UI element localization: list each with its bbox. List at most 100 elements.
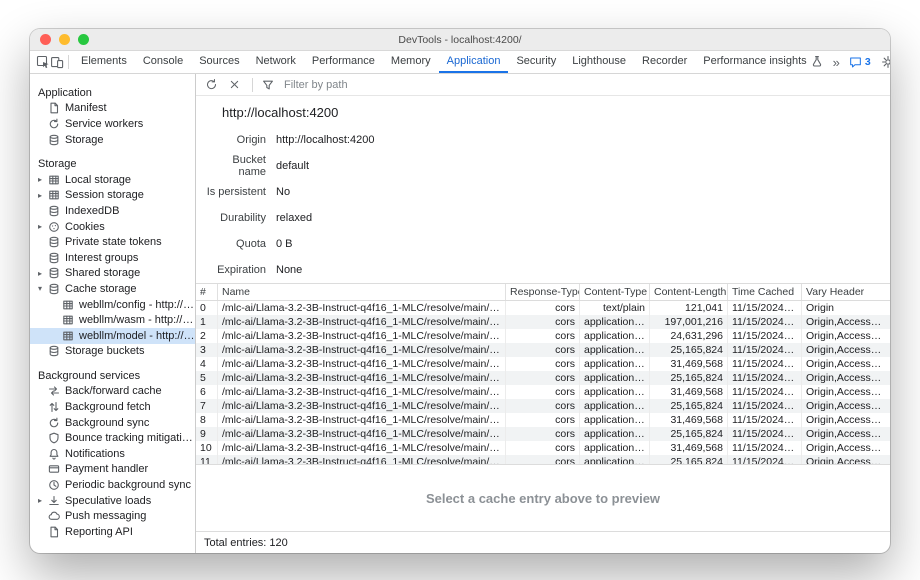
cell-content-type: application/oc… xyxy=(580,441,650,455)
console-badge-count: 3 xyxy=(865,56,871,68)
expand-arrow-icon[interactable]: ▸ xyxy=(38,175,48,184)
minimize-window-button[interactable] xyxy=(59,34,70,45)
sidebar-item-background-sync[interactable]: Background sync xyxy=(30,415,195,431)
column-header[interactable]: Vary Header xyxy=(802,284,890,300)
database-icon xyxy=(48,267,60,279)
close-window-button[interactable] xyxy=(40,34,51,45)
sidebar-item-webllm-wasm[interactable]: webllm/wasm - http://loca… xyxy=(30,312,195,328)
sidebar-item-payment-handler[interactable]: Payment handler xyxy=(30,462,195,478)
sidebar-item-background-fetch[interactable]: Background fetch xyxy=(30,399,195,415)
/mlc-ai/Llama-3.2-3B-Instruct-q4f16_1-MLC/resolve/main/ndarray-c…[interactable]: 0 /mlc-ai/Llama-3.2-3B-Instruct-q4f16_1-… xyxy=(196,301,890,315)
sidebar-item-notifications[interactable]: Notifications xyxy=(30,446,195,462)
devtools-tab[interactable]: Elements xyxy=(73,51,135,73)
column-header[interactable]: Time Cached xyxy=(728,284,802,300)
sidebar-item-cache-storage[interactable]: ▾ Cache storage xyxy=(30,281,195,297)
sidebar-item-bounce-tracking-mitigations[interactable]: Bounce tracking mitigations xyxy=(30,430,195,446)
sidebar-item-label: IndexedDB xyxy=(65,205,119,217)
devtools-tab[interactable]: Sources xyxy=(191,51,247,73)
cell-content-length: 197,001,216 xyxy=(650,315,728,329)
/mlc-ai/Llama-3.2-3B-Instruct-q4f16_1-MLC/resolve/main/params_s…[interactable]: 10 /mlc-ai/Llama-3.2-3B-Instruct-q4f16_1… xyxy=(196,441,890,455)
cell-response-type: cors xyxy=(506,441,580,455)
cloud-icon xyxy=(48,510,60,522)
cell-content-type: application/oc… xyxy=(580,343,650,357)
/mlc-ai/Llama-3.2-3B-Instruct-q4f16_1-MLC/resolve/main/params_s…[interactable]: 4 /mlc-ai/Llama-3.2-3B-Instruct-q4f16_1-… xyxy=(196,357,890,371)
sidebar-item-private-state-tokens[interactable]: Private state tokens xyxy=(30,234,195,250)
/mlc-ai/Llama-3.2-3B-Instruct-q4f16_1-MLC/resolve/main/params_s…[interactable]: 3 /mlc-ai/Llama-3.2-3B-Instruct-q4f16_1-… xyxy=(196,343,890,357)
sidebar-item-reporting-api[interactable]: Reporting API xyxy=(30,524,195,540)
sidebar-item-indexeddb[interactable]: IndexedDB xyxy=(30,203,195,219)
expand-arrow-icon[interactable]: ▸ xyxy=(38,269,48,278)
devtools-tab[interactable]: Network xyxy=(248,51,304,73)
expand-arrow-icon[interactable]: ▾ xyxy=(38,284,48,293)
/mlc-ai/Llama-3.2-3B-Instruct-q4f16_1-MLC/resolve/main/params_s…[interactable]: 5 /mlc-ai/Llama-3.2-3B-Instruct-q4f16_1-… xyxy=(196,371,890,385)
speculative-icon xyxy=(48,495,60,507)
devtools-tab[interactable]: Performance xyxy=(304,51,383,73)
devtools-tab[interactable]: Lighthouse xyxy=(564,51,634,73)
refresh-icon[interactable] xyxy=(202,76,220,94)
more-panels-icon[interactable]: » xyxy=(831,55,842,70)
cell-index: 4 xyxy=(196,357,218,371)
inspect-icon[interactable] xyxy=(36,52,50,72)
database-icon xyxy=(48,345,60,357)
sidebar-item-service-workers[interactable]: Service workers xyxy=(30,116,195,132)
sidebar-section-background-services: Background services xyxy=(30,368,195,384)
sidebar-item-interest-groups[interactable]: Interest groups xyxy=(30,250,195,266)
/mlc-ai/Llama-3.2-3B-Instruct-q4f16_1-MLC/resolve/main/params_s…[interactable]: 6 /mlc-ai/Llama-3.2-3B-Instruct-q4f16_1-… xyxy=(196,385,890,399)
devtools-tab[interactable]: Performance insights xyxy=(695,51,830,73)
sidebar-item-push-messaging[interactable]: Push messaging xyxy=(30,508,195,524)
/mlc-ai/Llama-3.2-3B-Instruct-q4f16_1-MLC/resolve/main/params_s…[interactable]: 8 /mlc-ai/Llama-3.2-3B-Instruct-q4f16_1-… xyxy=(196,413,890,427)
column-header[interactable]: Content-Length xyxy=(650,284,728,300)
cell-content-type: text/plain xyxy=(580,301,650,315)
column-header[interactable]: Name xyxy=(218,284,506,300)
sidebar-item-webllm-model[interactable]: webllm/model - http://loc… xyxy=(30,328,195,344)
expand-arrow-icon[interactable]: ▸ xyxy=(38,496,48,505)
expand-arrow-icon[interactable]: ▸ xyxy=(38,222,48,231)
sidebar-item-manifest[interactable]: Manifest xyxy=(30,101,195,117)
/mlc-ai/Llama-3.2-3B-Instruct-q4f16_1-MLC/resolve/main/params_s…[interactable]: 9 /mlc-ai/Llama-3.2-3B-Instruct-q4f16_1-… xyxy=(196,427,890,441)
/mlc-ai/Llama-3.2-3B-Instruct-q4f16_1-MLC/resolve/main/params_s…[interactable]: 11 /mlc-ai/Llama-3.2-3B-Instruct-q4f16_1… xyxy=(196,455,890,464)
sidebar-item-storage[interactable]: Storage xyxy=(30,132,195,148)
column-header[interactable]: Content-Type xyxy=(580,284,650,300)
sidebar-item-webllm-config[interactable]: webllm/config - http://loc… xyxy=(30,297,195,313)
sidebar-item-periodic-background-sync[interactable]: Periodic background sync xyxy=(30,477,195,493)
cell-content-length: 24,631,296 xyxy=(650,329,728,343)
settings-gear-icon[interactable] xyxy=(878,52,890,72)
sidebar-item-local-storage[interactable]: ▸ Local storage xyxy=(30,172,195,188)
zoom-window-button[interactable] xyxy=(78,34,89,45)
sidebar-item-shared-storage[interactable]: ▸ Shared storage xyxy=(30,266,195,282)
cache-entries-table: # Name Response-Type Content-Type Conten… xyxy=(196,283,890,464)
sync-icon xyxy=(48,417,60,429)
detail-row: Quota 0 B xyxy=(204,231,890,257)
devtools-tab[interactable]: Application xyxy=(439,51,509,73)
/mlc-ai/Llama-3.2-3B-Instruct-q4f16_1-MLC/resolve/main/params_s…[interactable]: 2 /mlc-ai/Llama-3.2-3B-Instruct-q4f16_1-… xyxy=(196,329,890,343)
sidebar-item-storage-buckets[interactable]: Storage buckets xyxy=(30,344,195,360)
detail-label: Expiration xyxy=(204,264,266,276)
cell-time-cached: 11/15/2024, 10… xyxy=(728,301,802,315)
delete-selected-icon[interactable] xyxy=(225,76,243,94)
/mlc-ai/Llama-3.2-3B-Instruct-q4f16_1-MLC/resolve/main/params_s…[interactable]: 7 /mlc-ai/Llama-3.2-3B-Instruct-q4f16_1-… xyxy=(196,399,890,413)
devtools-tab[interactable]: Console xyxy=(135,51,191,73)
sidebar-item-label: Bounce tracking mitigations xyxy=(65,432,195,444)
sidebar-item-cookies[interactable]: ▸ Cookies xyxy=(30,219,195,235)
column-header[interactable]: # xyxy=(196,284,218,300)
detail-label: Durability xyxy=(204,212,266,224)
detail-row: Expiration None xyxy=(204,257,890,283)
console-messages-button[interactable]: 3 xyxy=(849,56,871,69)
column-header[interactable]: Response-Type xyxy=(506,284,580,300)
sidebar-item-label: Background sync xyxy=(65,417,149,429)
cell-content-length: 121,041 xyxy=(650,301,728,315)
filter-input[interactable] xyxy=(284,79,504,91)
cell-index: 0 xyxy=(196,301,218,315)
sidebar-item-speculative-loads[interactable]: ▸ Speculative loads xyxy=(30,493,195,509)
sidebar-item-label: webllm/wasm - http://loca… xyxy=(79,314,195,326)
device-toolbar-icon[interactable] xyxy=(50,52,64,72)
sidebar-item-session-storage[interactable]: ▸ Session storage xyxy=(30,188,195,204)
devtools-tab[interactable]: Memory xyxy=(383,51,439,73)
/mlc-ai/Llama-3.2-3B-Instruct-q4f16_1-MLC/resolve/main/params_s…[interactable]: 1 /mlc-ai/Llama-3.2-3B-Instruct-q4f16_1-… xyxy=(196,315,890,329)
sidebar-item-back-forward-cache[interactable]: Back/forward cache xyxy=(30,384,195,400)
devtools-tab[interactable]: Security xyxy=(508,51,564,73)
cell-name: /mlc-ai/Llama-3.2-3B-Instruct-q4f16_1-ML… xyxy=(218,455,506,464)
detail-row: Durability relaxed xyxy=(204,205,890,231)
expand-arrow-icon[interactable]: ▸ xyxy=(38,191,48,200)
devtools-tab[interactable]: Recorder xyxy=(634,51,695,73)
